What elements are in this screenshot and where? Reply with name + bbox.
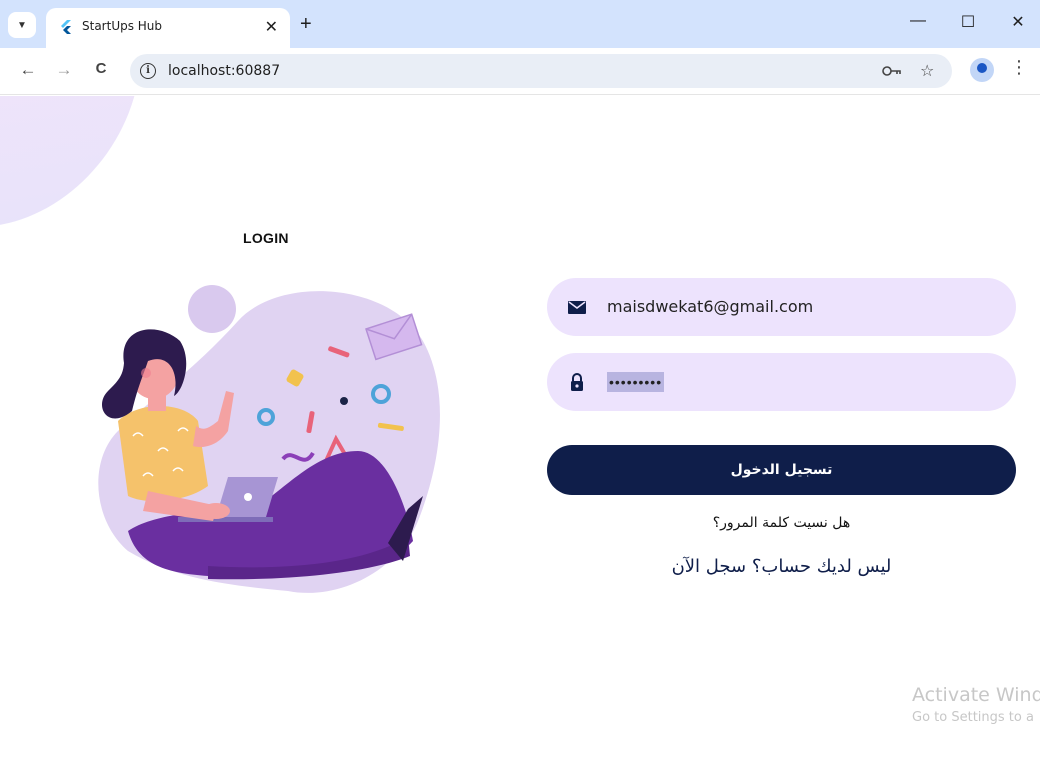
email-field[interactable]: maisdwekat6@gmail.com xyxy=(547,278,1016,336)
windows-activation-subtitle: Go to Settings to a xyxy=(912,710,1034,725)
key-icon[interactable] xyxy=(882,64,902,78)
maximize-button[interactable]: ☐ xyxy=(948,12,988,32)
tab-search-button[interactable]: ▼ xyxy=(8,12,36,38)
tab-title: StartUps Hub xyxy=(82,19,163,33)
close-icon[interactable]: ✕ xyxy=(265,17,278,37)
page-title: LOGIN xyxy=(243,230,289,246)
more-menu-icon[interactable]: ⋮ xyxy=(1010,57,1028,78)
browser-toolbar: ← → C i localhost:60887 ☆ ⋮ xyxy=(0,48,1040,95)
login-illustration xyxy=(98,285,440,593)
page-content: LOGIN maisdwekat6@gmail.com ••••••••• تس… xyxy=(0,96,1040,758)
lock-icon xyxy=(571,373,583,391)
reload-button[interactable]: C xyxy=(89,60,113,77)
profile-avatar[interactable] xyxy=(970,58,994,82)
back-button[interactable]: ← xyxy=(16,60,40,80)
browser-tab-strip: ▼ StartUps Hub ✕ + — ☐ ✕ xyxy=(0,0,1040,48)
login-button[interactable]: تسجيل الدخول xyxy=(547,445,1016,495)
close-window-button[interactable]: ✕ xyxy=(998,12,1038,32)
chevron-down-icon: ▼ xyxy=(17,19,27,31)
password-value[interactable]: ••••••••• xyxy=(607,372,665,392)
new-tab-button[interactable]: + xyxy=(300,12,312,36)
windows-activation-title: Activate Wind xyxy=(912,684,1040,706)
browser-tab[interactable]: StartUps Hub ✕ xyxy=(46,8,290,48)
minimize-button[interactable]: — xyxy=(898,12,938,30)
decorative-blob xyxy=(0,96,197,280)
forgot-password-link[interactable]: هل نسيت كلمة المرور؟ xyxy=(547,515,1016,531)
mail-icon xyxy=(568,301,586,314)
password-field[interactable]: ••••••••• xyxy=(547,353,1016,411)
email-value[interactable]: maisdwekat6@gmail.com xyxy=(607,297,813,316)
url-text[interactable]: localhost:60887 xyxy=(168,63,280,79)
star-icon[interactable]: ☆ xyxy=(920,61,934,81)
signup-link[interactable]: ليس لديك حساب؟ سجل الآن xyxy=(547,556,1016,577)
flutter-icon xyxy=(61,20,71,34)
address-bar[interactable]: i localhost:60887 ☆ xyxy=(130,54,952,88)
info-icon[interactable]: i xyxy=(140,63,156,79)
forward-button[interactable]: → xyxy=(52,60,76,80)
